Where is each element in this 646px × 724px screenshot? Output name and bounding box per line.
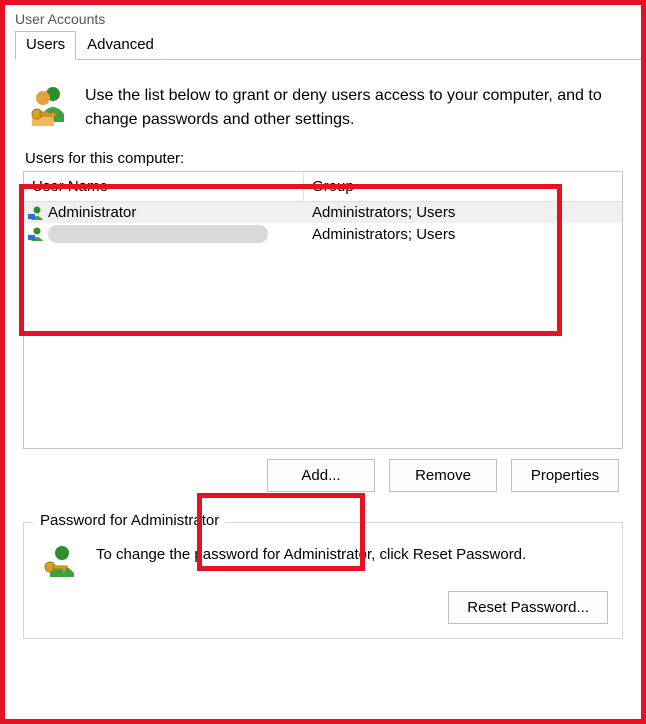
users-list-section: Users for this computer: User Name Group… <box>23 150 623 492</box>
password-legend: Password for Administrator <box>34 512 225 529</box>
password-text: To change the password for Administrator… <box>96 543 526 566</box>
users-key-icon <box>29 84 69 128</box>
tab-users[interactable]: Users <box>15 31 76 60</box>
tab-advanced[interactable]: Advanced <box>76 31 165 60</box>
cell-group: Administrators; Users <box>304 204 622 221</box>
list-header: User Name Group <box>24 172 622 202</box>
user-key-icon <box>42 543 78 579</box>
column-group[interactable]: Group <box>304 172 622 201</box>
users-list[interactable]: User Name Group Administrator Administra… <box>23 171 623 449</box>
add-button[interactable]: Add... <box>267 459 375 492</box>
table-row[interactable]: Administrator Administrators; Users <box>24 202 622 223</box>
reset-password-button[interactable]: Reset Password... <box>448 591 608 624</box>
table-row[interactable]: Administrators; Users <box>24 223 622 245</box>
password-groupbox: Password for Administrator To change the… <box>23 522 623 639</box>
users-list-label: Users for this computer: <box>23 150 623 167</box>
cell-group: Administrators; Users <box>304 226 622 243</box>
user-icon <box>28 205 44 221</box>
tab-content-users: Use the list below to grant or deny user… <box>5 60 641 649</box>
properties-button[interactable]: Properties <box>511 459 619 492</box>
user-icon <box>28 226 44 242</box>
window-title: User Accounts <box>5 5 641 31</box>
column-username[interactable]: User Name <box>24 172 304 201</box>
cell-username: Administrator <box>48 204 136 221</box>
intro-text: Use the list below to grant or deny user… <box>85 84 617 132</box>
tab-strip-filler <box>165 32 641 60</box>
tab-strip: Users Advanced <box>5 31 641 60</box>
cell-username-redacted <box>48 225 268 243</box>
remove-button[interactable]: Remove <box>389 459 497 492</box>
user-accounts-window: User Accounts Users Advanced Use the lis… <box>0 0 646 724</box>
user-buttons-row: Add... Remove Properties <box>23 459 623 492</box>
